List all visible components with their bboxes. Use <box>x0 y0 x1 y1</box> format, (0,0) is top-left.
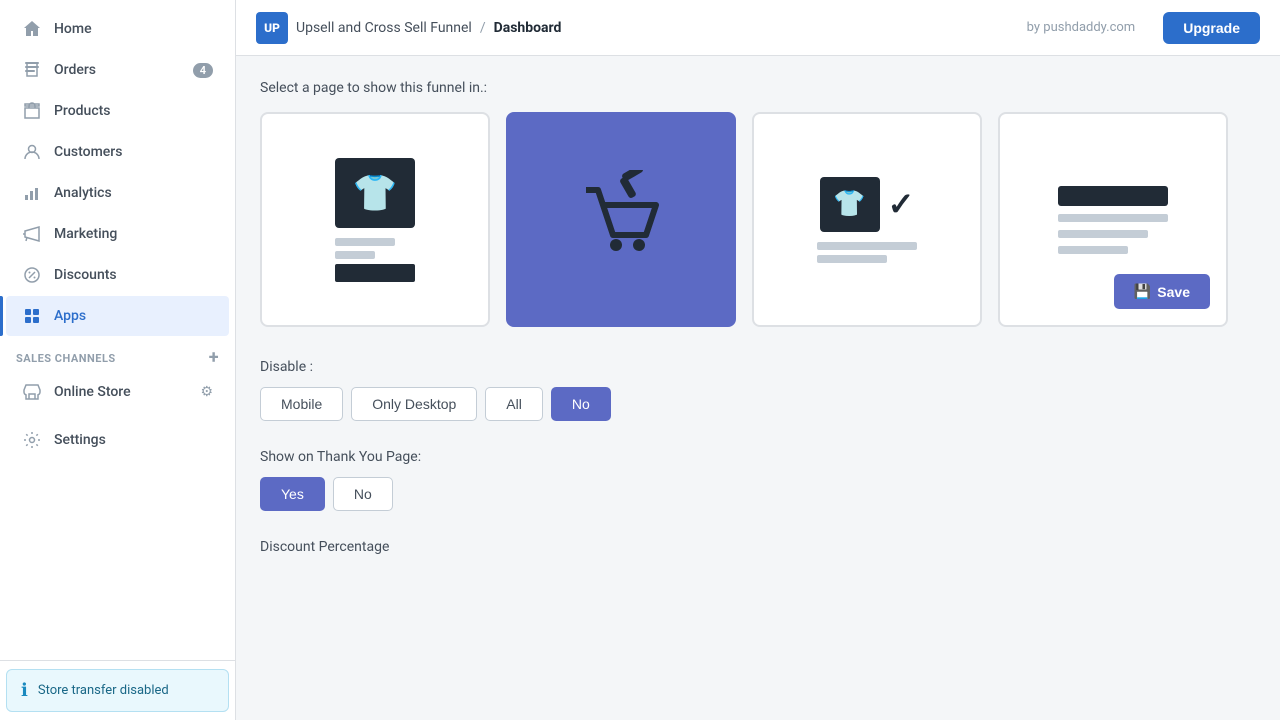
discount-section: Discount Percentage <box>260 539 1256 555</box>
disable-label: Disable : <box>260 359 1256 375</box>
product-lines <box>335 238 415 282</box>
store-icon <box>22 382 42 402</box>
sidebar-item-settings-label: Settings <box>54 432 106 448</box>
header-right: by pushdaddy.com Upgrade <box>1027 12 1260 44</box>
thankyou-show-section: Show on Thank You Page: Yes No <box>260 449 1256 511</box>
store-settings-icon[interactable]: ⚙ <box>200 384 213 400</box>
sidebar-item-home[interactable]: Home <box>6 9 229 49</box>
card-inner-product: 👕 <box>262 114 488 325</box>
main-content: UP Upsell and Cross Sell Funnel / Dashbo… <box>236 0 1280 720</box>
store-transfer-banner: ℹ Store transfer disabled <box>6 669 229 712</box>
discount-label: Discount Percentage <box>260 539 1256 555</box>
sidebar-item-online-store-label: Online Store <box>54 384 131 400</box>
sidebar-item-orders[interactable]: Orders 4 <box>6 50 229 90</box>
analytics-icon <box>22 183 42 203</box>
page-card-thankyou[interactable]: 💾 Save <box>998 112 1228 327</box>
checkout-icon-row: 👕 ✓ <box>820 177 915 232</box>
info-icon: ℹ <box>21 680 28 701</box>
sidebar-item-customers[interactable]: Customers <box>6 132 229 172</box>
checkout-line2 <box>817 255 887 263</box>
discounts-icon <box>22 265 42 285</box>
line1 <box>335 238 395 246</box>
product-page-icon: 👕 <box>335 158 415 228</box>
apps-icon <box>22 306 42 326</box>
app-header: UP Upsell and Cross Sell Funnel / Dashbo… <box>236 0 1280 56</box>
sidebar-item-analytics[interactable]: Analytics <box>6 173 229 213</box>
upgrade-button[interactable]: Upgrade <box>1163 12 1260 44</box>
page-card-product[interactable]: 👕 <box>260 112 490 327</box>
page-selector-section: Select a page to show this funnel in.: 👕 <box>260 80 1256 327</box>
sidebar-item-online-store[interactable]: Online Store ⚙ <box>6 372 229 412</box>
thankyou-btn-group: Yes No <box>260 477 1256 511</box>
page-card-cart[interactable] <box>506 112 736 327</box>
disable-all-btn[interactable]: All <box>485 387 543 421</box>
disable-btn-group: Mobile Only Desktop All No <box>260 387 1256 421</box>
sidebar-item-customers-label: Customers <box>54 144 122 160</box>
page-card-checkout[interactable]: 👕 ✓ <box>752 112 982 327</box>
tshirt-icon: 👕 <box>353 172 398 214</box>
store-transfer-text: Store transfer disabled <box>38 683 169 698</box>
breadcrumb-separator: / <box>480 20 486 36</box>
checkout-lines <box>817 242 917 263</box>
thankyou-no-btn[interactable]: No <box>333 477 393 511</box>
sidebar-item-apps-label: Apps <box>54 308 86 324</box>
sales-channels-label: SALES CHANNELS <box>16 352 116 365</box>
by-text: by pushdaddy.com <box>1027 20 1136 35</box>
sidebar-item-settings[interactable]: Settings <box>6 420 229 460</box>
add-sales-channel-icon[interactable]: + <box>209 349 219 367</box>
sidebar-nav: Home Orders 4 Products <box>0 0 235 660</box>
ty-block1 <box>1058 186 1168 206</box>
sidebar-item-home-label: Home <box>54 21 92 37</box>
save-button[interactable]: 💾 Save <box>1114 274 1210 309</box>
page-cards: 👕 <box>260 112 1256 327</box>
sidebar: Home Orders 4 Products <box>0 0 236 720</box>
sidebar-item-apps[interactable]: Apps <box>6 296 229 336</box>
disable-no-btn[interactable]: No <box>551 387 611 421</box>
product-btn <box>335 264 415 282</box>
products-icon <box>22 101 42 121</box>
orders-icon <box>22 60 42 80</box>
sidebar-item-products[interactable]: Products <box>6 91 229 131</box>
save-icon: 💾 <box>1134 283 1151 300</box>
ty-line3 <box>1058 246 1128 254</box>
sales-channels-section: SALES CHANNELS + <box>0 337 235 371</box>
disable-section: Disable : Mobile Only Desktop All No <box>260 359 1256 421</box>
app-logo: UP <box>256 12 288 44</box>
cart-icon <box>571 170 671 270</box>
thankyou-icon <box>1058 186 1168 254</box>
settings-icon <box>22 430 42 450</box>
customers-icon <box>22 142 42 162</box>
checkout-tshirt-box: 👕 <box>820 177 880 232</box>
checkout-checkmark: ✓ <box>888 185 915 223</box>
disable-desktop-btn[interactable]: Only Desktop <box>351 387 477 421</box>
sidebar-item-marketing-label: Marketing <box>54 226 117 242</box>
sidebar-bottom: ℹ Store transfer disabled <box>0 660 235 720</box>
checkout-line1 <box>817 242 917 250</box>
sidebar-item-discounts-label: Discounts <box>54 267 117 283</box>
sidebar-item-analytics-label: Analytics <box>54 185 112 201</box>
line2 <box>335 251 375 259</box>
ty-line1 <box>1058 214 1168 222</box>
breadcrumb-current: Dashboard <box>494 20 562 36</box>
sidebar-item-products-label: Products <box>54 103 111 119</box>
card-inner-checkout: 👕 ✓ <box>754 114 980 325</box>
home-icon <box>22 19 42 39</box>
card-inner-cart <box>508 114 734 325</box>
sidebar-item-marketing[interactable]: Marketing <box>6 214 229 254</box>
orders-badge: 4 <box>193 63 213 78</box>
ty-line2 <box>1058 230 1148 238</box>
marketing-icon <box>22 224 42 244</box>
save-label: Save <box>1157 284 1190 300</box>
app-name: Upsell and Cross Sell Funnel <box>296 20 472 36</box>
page-selector-title: Select a page to show this funnel in.: <box>260 80 1256 96</box>
breadcrumb: UP Upsell and Cross Sell Funnel / Dashbo… <box>256 12 561 44</box>
content-area: Select a page to show this funnel in.: 👕 <box>236 56 1280 720</box>
sidebar-item-discounts[interactable]: Discounts <box>6 255 229 295</box>
thankyou-show-label: Show on Thank You Page: <box>260 449 1256 465</box>
sidebar-item-orders-label: Orders <box>54 62 96 78</box>
disable-mobile-btn[interactable]: Mobile <box>260 387 343 421</box>
thankyou-yes-btn[interactable]: Yes <box>260 477 325 511</box>
checkout-tshirt-icon: 👕 <box>833 189 865 219</box>
